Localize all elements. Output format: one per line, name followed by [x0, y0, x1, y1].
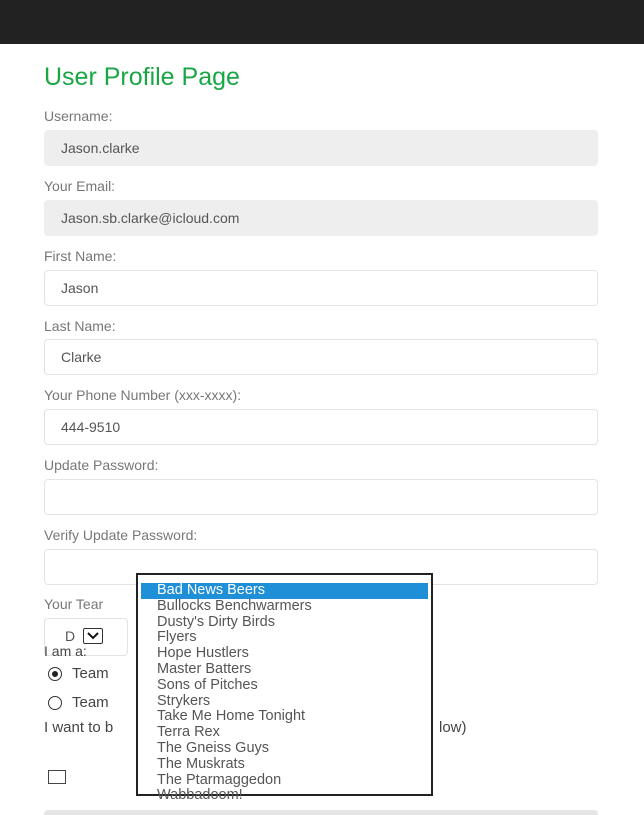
team-label: Your Tear — [44, 596, 104, 612]
want-label: I want to b — [44, 719, 114, 736]
team-option[interactable]: The Ptarmaggedon — [141, 772, 428, 789]
submit-button-edge[interactable] — [44, 810, 598, 815]
email-field[interactable]: Jason.sb.clarke@icloud.com — [44, 200, 598, 236]
team-option[interactable]: Take Me Home Tonight — [141, 709, 428, 725]
password-label: Update Password: — [44, 457, 159, 473]
team-option[interactable]: The Gneiss Guys — [141, 740, 428, 757]
phone-label: Your Phone Number (xxx-xxxx): — [44, 387, 242, 403]
verify-password-label: Verify Update Password: — [44, 527, 198, 543]
email-label: Your Email: — [44, 178, 116, 194]
role-radio-1[interactable] — [48, 667, 62, 681]
want-checkbox[interactable] — [48, 770, 66, 784]
team-option[interactable]: Bad News Beers — [141, 582, 428, 599]
team-option[interactable]: Wabbadoom! — [141, 788, 428, 804]
team-option[interactable]: Master Batters — [141, 661, 428, 678]
want-label-tail: low) — [439, 719, 467, 736]
username-label: Username: — [44, 108, 113, 124]
role-label: I am a: — [44, 643, 87, 659]
password-field[interactable] — [44, 479, 598, 515]
last-name-label: Last Name: — [44, 318, 116, 334]
phone-field[interactable]: 444-9510 — [44, 409, 598, 445]
team-option[interactable]: Terra Rex — [141, 724, 428, 741]
team-option[interactable]: Flyers — [141, 630, 428, 646]
username-field[interactable]: Jason.clarke — [44, 130, 598, 166]
page-title: User Profile Page — [44, 63, 240, 91]
first-name-label: First Name: — [44, 248, 117, 264]
team-option[interactable]: Sons of Pitches — [141, 677, 428, 694]
team-dropdown-list[interactable]: Bad News Beers Bullocks Benchwarmers Dus… — [136, 573, 433, 803]
team-option[interactable]: The Muskrats — [141, 756, 428, 773]
role-option-1-label: Team — [72, 665, 109, 682]
role-option-2-label: Team — [72, 694, 109, 711]
last-name-field[interactable]: Clarke — [44, 339, 598, 375]
team-option[interactable]: Bullocks Benchwarmers — [141, 598, 428, 615]
team-option[interactable]: Dusty's Dirty Birds — [141, 614, 428, 631]
role-radio-2[interactable] — [48, 696, 62, 710]
top-navbar — [0, 0, 644, 44]
first-name-field[interactable]: Jason — [44, 270, 598, 306]
team-option[interactable]: Hope Hustlers — [141, 645, 428, 662]
team-option[interactable]: Strykers — [141, 693, 428, 710]
